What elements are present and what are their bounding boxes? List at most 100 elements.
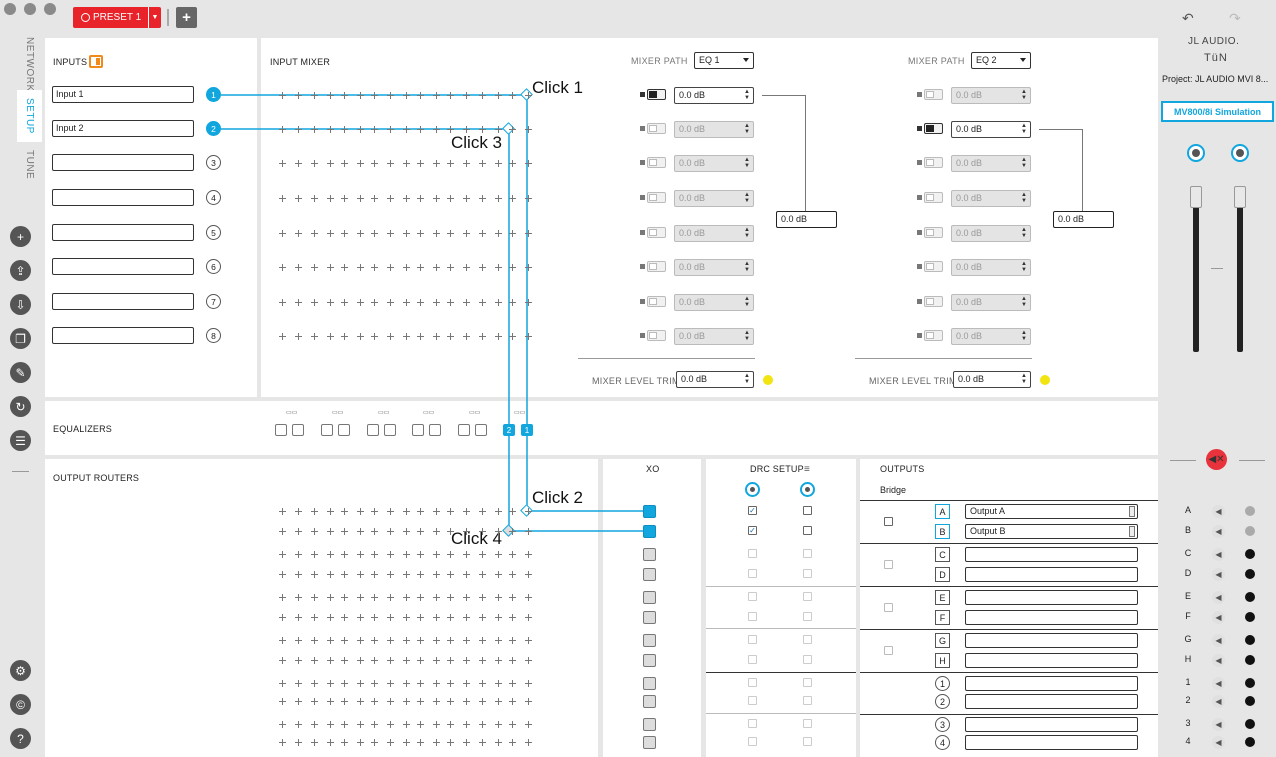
- router-crosspoint[interactable]: [279, 508, 286, 515]
- mixer-crosspoint[interactable]: [279, 264, 286, 271]
- router-crosspoint[interactable]: [447, 528, 454, 535]
- router-crosspoint[interactable]: [495, 551, 502, 558]
- router-crosspoint[interactable]: [463, 739, 470, 746]
- router-crosspoint[interactable]: [479, 594, 486, 601]
- router-crosspoint[interactable]: [403, 508, 410, 515]
- mixer-level-trim-spinner[interactable]: 0.0 dB ▲ ▼: [953, 371, 1031, 388]
- router-crosspoint[interactable]: [463, 528, 470, 535]
- mixer-crosspoint[interactable]: [295, 333, 302, 340]
- router-crosspoint[interactable]: [525, 739, 532, 746]
- router-crosspoint[interactable]: [357, 721, 364, 728]
- router-crosspoint[interactable]: [279, 571, 286, 578]
- mixer-enable-toggle[interactable]: [917, 296, 943, 308]
- router-crosspoint[interactable]: [447, 551, 454, 558]
- refresh-icon[interactable]: ↻: [10, 396, 31, 417]
- drc-checkbox[interactable]: [748, 737, 757, 746]
- router-crosspoint[interactable]: [371, 637, 378, 644]
- router-crosspoint[interactable]: [463, 721, 470, 728]
- output-name-field[interactable]: Output A: [965, 504, 1138, 519]
- router-crosspoint[interactable]: [509, 528, 516, 535]
- mixer-crosspoint[interactable]: [417, 333, 424, 340]
- drc-checkbox[interactable]: [803, 549, 812, 558]
- router-crosspoint[interactable]: [295, 508, 302, 515]
- drc-checkbox[interactable]: [803, 592, 812, 601]
- router-crosspoint[interactable]: [341, 528, 348, 535]
- bridge-checkbox[interactable]: [884, 646, 893, 655]
- mixer-crosspoint[interactable]: [311, 92, 318, 99]
- router-crosspoint[interactable]: [371, 657, 378, 664]
- router-crosspoint[interactable]: [403, 571, 410, 578]
- mixer-crosspoint[interactable]: [463, 126, 470, 133]
- router-crosspoint[interactable]: [311, 594, 318, 601]
- router-crosspoint[interactable]: [327, 721, 334, 728]
- router-crosspoint[interactable]: [357, 637, 364, 644]
- router-crosspoint[interactable]: [525, 657, 532, 664]
- xo-button[interactable]: [643, 591, 656, 604]
- router-crosspoint[interactable]: [295, 637, 302, 644]
- mixer-crosspoint[interactable]: [387, 126, 394, 133]
- mixer-level-spinner[interactable]: 0.0 dB ▲ ▼: [674, 225, 754, 242]
- drc-checkbox[interactable]: ✓: [748, 526, 757, 535]
- mixer-crosspoint[interactable]: [433, 264, 440, 271]
- mixer-crosspoint[interactable]: [357, 333, 364, 340]
- mixer-crosspoint[interactable]: [479, 92, 486, 99]
- input-name-field[interactable]: [52, 293, 194, 310]
- router-crosspoint[interactable]: [357, 680, 364, 687]
- level-knob-1[interactable]: [1187, 144, 1205, 162]
- router-crosspoint[interactable]: [295, 657, 302, 664]
- mixer-crosspoint[interactable]: [371, 92, 378, 99]
- router-crosspoint[interactable]: [311, 528, 318, 535]
- router-crosspoint[interactable]: [327, 571, 334, 578]
- router-crosspoint[interactable]: [417, 551, 424, 558]
- copyright-icon[interactable]: ©: [10, 694, 31, 715]
- mixer-crosspoint[interactable]: [525, 126, 532, 133]
- mixer-crosspoint[interactable]: [327, 264, 334, 271]
- add-preset-button[interactable]: +: [176, 7, 197, 28]
- drc-checkbox[interactable]: [748, 655, 757, 664]
- router-crosspoint[interactable]: [525, 594, 532, 601]
- router-crosspoint[interactable]: [341, 680, 348, 687]
- router-crosspoint[interactable]: [327, 657, 334, 664]
- router-crosspoint[interactable]: [417, 637, 424, 644]
- router-crosspoint[interactable]: [357, 594, 364, 601]
- eq-slot-active[interactable]: 2: [503, 424, 515, 436]
- mixer-level-spinner[interactable]: 0.0 dB ▲ ▼: [674, 155, 754, 172]
- output-name-field[interactable]: [965, 694, 1138, 709]
- mixer-crosspoint[interactable]: [509, 299, 516, 306]
- router-crosspoint[interactable]: [387, 528, 394, 535]
- mixer-crosspoint[interactable]: [279, 92, 286, 99]
- router-crosspoint[interactable]: [525, 571, 532, 578]
- mixer-crosspoint[interactable]: [295, 230, 302, 237]
- mixer-crosspoint[interactable]: [279, 333, 286, 340]
- preset-button[interactable]: PRESET 1 ▼: [73, 7, 161, 28]
- eq-slot[interactable]: [429, 424, 441, 436]
- router-crosspoint[interactable]: [357, 739, 364, 746]
- router-crosspoint[interactable]: [495, 614, 502, 621]
- spinner-arrows-icon[interactable]: ▲ ▼: [744, 296, 750, 308]
- mixer-enable-toggle[interactable]: [917, 123, 943, 135]
- mixer-crosspoint[interactable]: [295, 264, 302, 271]
- router-crosspoint[interactable]: [295, 680, 302, 687]
- drc-checkbox[interactable]: [803, 655, 812, 664]
- router-crosspoint[interactable]: [495, 637, 502, 644]
- mixer-crosspoint[interactable]: [387, 299, 394, 306]
- router-crosspoint[interactable]: [387, 739, 394, 746]
- router-crosspoint[interactable]: [311, 721, 318, 728]
- mixer-crosspoint[interactable]: [509, 333, 516, 340]
- router-crosspoint[interactable]: [327, 614, 334, 621]
- mixer-crosspoint[interactable]: [433, 195, 440, 202]
- xo-button[interactable]: [643, 611, 656, 624]
- mixer-crosspoint[interactable]: [479, 195, 486, 202]
- mixer-crosspoint[interactable]: [403, 126, 410, 133]
- router-crosspoint[interactable]: [433, 721, 440, 728]
- router-crosspoint[interactable]: [403, 698, 410, 705]
- router-crosspoint[interactable]: [433, 594, 440, 601]
- router-crosspoint[interactable]: [417, 739, 424, 746]
- mixer-crosspoint[interactable]: [311, 333, 318, 340]
- master-fader-2[interactable]: [1237, 190, 1243, 352]
- router-crosspoint[interactable]: [341, 698, 348, 705]
- spinner-arrows-icon[interactable]: ▲ ▼: [1021, 123, 1027, 135]
- speaker-mute-icon[interactable]: ◀: [1212, 505, 1225, 518]
- mixer-crosspoint[interactable]: [417, 92, 424, 99]
- mixer-crosspoint[interactable]: [341, 195, 348, 202]
